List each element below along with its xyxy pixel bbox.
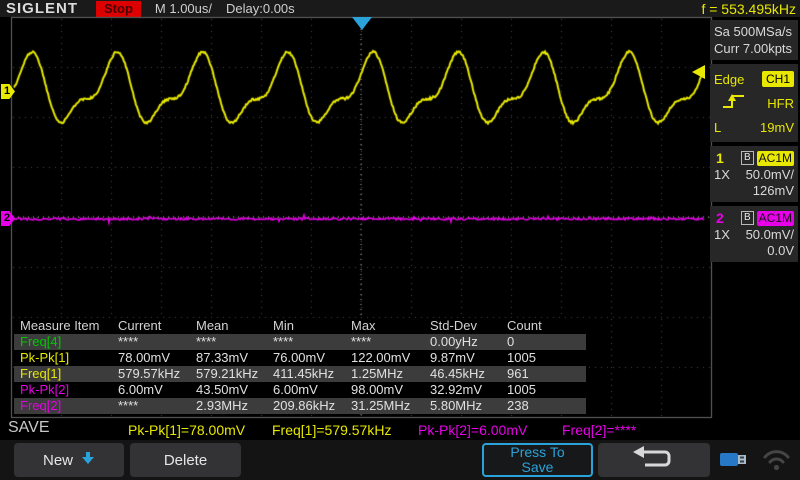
- ch2-probe: 1X: [714, 227, 730, 243]
- return-button[interactable]: [598, 443, 710, 477]
- trigger-coupling: HFR: [767, 96, 794, 111]
- ch1-offset: 126mV: [753, 183, 794, 199]
- rising-edge-icon: [714, 93, 746, 113]
- sample-rate: Sa 500MSa/s: [714, 23, 794, 40]
- ch1-number: 1: [714, 150, 724, 166]
- table-row: Freq[2] ****2.93MHz 209.86kHz31.25MHz 5.…: [14, 398, 586, 414]
- trigger-level-marker-icon[interactable]: [692, 65, 705, 79]
- memory-depth: Curr 7.00kpts: [714, 40, 794, 57]
- ch1-info-box[interactable]: 1 B AC1M 1X 50.0mV/ 126mV: [710, 146, 798, 202]
- return-icon: [631, 445, 677, 475]
- measure-table: Measure ItemCurrent MeanMin MaxStd-Dev C…: [14, 318, 586, 414]
- press-to-save-button[interactable]: Press To Save: [482, 443, 593, 477]
- ch1-bandwidth-badge: B: [741, 151, 754, 165]
- ch2-coupling-badge: AC1M: [757, 211, 794, 226]
- trigger-level-value: 19mV: [760, 120, 794, 135]
- ch2-scale: 50.0mV/: [746, 227, 794, 243]
- readout-freq1: Freq[1]=579.57kHz: [272, 422, 391, 438]
- acquisition-info-box[interactable]: Sa 500MSa/s Curr 7.00kpts: [710, 20, 798, 60]
- usb-icon[interactable]: [720, 451, 747, 473]
- ch1-scale: 50.0mV/: [746, 167, 794, 183]
- trigger-type: Edge: [714, 72, 744, 87]
- table-row: Pk-Pk[1] 78.00mV87.33mV 76.00mV122.00mV …: [14, 350, 586, 366]
- measure-table-header: Measure ItemCurrent MeanMin MaxStd-Dev C…: [14, 318, 586, 334]
- table-row: Freq[4] ******** ******** 0.00yHz0: [14, 334, 586, 350]
- ch2-number: 2: [714, 210, 724, 226]
- bottom-menu-bar: New Delete Press To Save: [0, 440, 800, 480]
- dropdown-arrow-icon: [81, 451, 95, 469]
- readout-pkpk1: Pk-Pk[1]=78.00mV: [128, 422, 245, 438]
- ch2-info-box[interactable]: 2 B AC1M 1X 50.0mV/ 0.0V: [710, 206, 798, 262]
- wifi-icon[interactable]: [762, 448, 791, 476]
- oscilloscope-screen: SIGLENT Stop M 1.00us/ Delay:0.00s f = 5…: [0, 0, 800, 480]
- readout-freq2: Freq[2]=****: [562, 422, 636, 438]
- ch1-coupling-badge: AC1M: [757, 151, 794, 166]
- new-button[interactable]: New: [14, 443, 124, 477]
- trigger-level-label: L: [714, 120, 721, 135]
- trigger-info-box[interactable]: Edge CH1 HFR L 19mV: [710, 64, 798, 142]
- menu-title: SAVE: [8, 419, 50, 437]
- ch1-probe: 1X: [714, 167, 730, 183]
- ch2-bandwidth-badge: B: [741, 211, 754, 225]
- ch2-offset: 0.0V: [767, 243, 794, 259]
- right-sidebar: Sa 500MSa/s Curr 7.00kpts Edge CH1 HFR: [710, 20, 798, 266]
- table-row: Freq[1] 579.57kHz579.21kHz 411.45kHz1.25…: [14, 366, 586, 382]
- status-row: SAVE Pk-Pk[1]=78.00mV Freq[1]=579.57kHz …: [0, 419, 800, 440]
- delete-button[interactable]: Delete: [130, 443, 241, 477]
- table-row: Pk-Pk[2] 6.00mV43.50mV 6.00mV98.00mV 32.…: [14, 382, 586, 398]
- trigger-source-badge: CH1: [762, 71, 794, 87]
- readout-pkpk2: Pk-Pk[2]=6.00mV: [418, 422, 527, 438]
- trigger-position-marker-icon[interactable]: [352, 17, 372, 30]
